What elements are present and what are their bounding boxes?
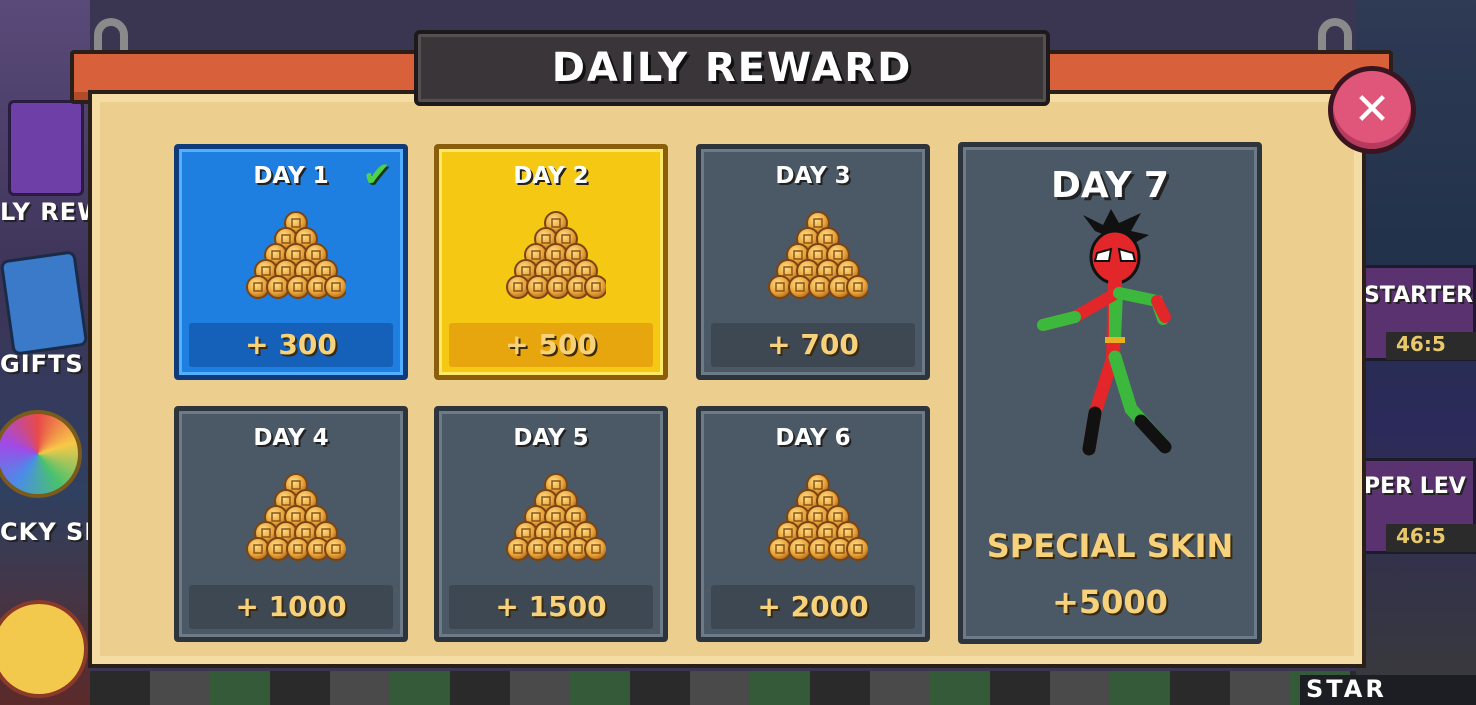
reward-amount: + 700	[767, 328, 859, 361]
coin-pile-icon	[506, 209, 606, 301]
reward-amount: + 1000	[235, 590, 347, 623]
reward-card-day-2[interactable]: DAY 2 + 500	[434, 144, 668, 380]
close-button[interactable]: ✕	[1328, 66, 1416, 154]
day-label: DAY 2	[513, 163, 589, 189]
lucky-spin-menu-label: CKY SP	[0, 518, 90, 546]
reward-card-day-4[interactable]: DAY 4 + 1000	[174, 406, 408, 642]
title-plate: DAILY REWARD	[414, 30, 1050, 106]
coin-pile-icon	[506, 471, 606, 563]
day-label: DAY 4	[253, 425, 329, 451]
day-label: DAY 7	[1051, 165, 1169, 206]
coin-pile-icon	[246, 209, 346, 301]
reward-card-day-5[interactable]: DAY 5 + 1500	[434, 406, 668, 642]
special-skin-label: SPECIAL SKIN	[986, 527, 1234, 565]
reward-amount: + 2000	[757, 590, 869, 623]
starter-pack-label: STARTER	[1364, 283, 1474, 308]
reward-card-day-6[interactable]: DAY 6 + 2000	[696, 406, 930, 642]
daily-reward-menu-label: LY REW	[0, 198, 90, 226]
reward-amount: + 300	[245, 328, 337, 361]
gifts-card-icon	[0, 250, 89, 356]
background-left-menu: LY REW GIFTS CKY SP	[0, 0, 90, 705]
background-ground	[90, 671, 1356, 705]
day-label: DAY 3	[775, 163, 851, 189]
gift-box-icon	[8, 100, 84, 196]
day-label: DAY 6	[775, 425, 851, 451]
start-button-bg: STAR	[1300, 675, 1476, 705]
close-icon: ✕	[1353, 84, 1391, 135]
dialog-title: DAILY REWARD	[551, 45, 913, 91]
reward-card-day-3[interactable]: DAY 3 + 700	[696, 144, 930, 380]
coin-pile-icon	[246, 471, 346, 563]
reward-amount: + 500	[505, 328, 597, 361]
checkmark-icon: ✔	[362, 155, 392, 195]
stickman-skin-icon	[1037, 209, 1172, 456]
coin-pile-icon	[768, 209, 868, 301]
day-label: DAY 5	[513, 425, 589, 451]
lucky-spin-wheel-icon	[0, 410, 82, 498]
starter-pack-timer: 46:5	[1386, 332, 1476, 360]
reward-card-day-1[interactable]: DAY 1 ✔ + 300	[174, 144, 408, 380]
coin-pile-icon	[768, 471, 868, 563]
super-level-timer: 46:5	[1386, 524, 1476, 552]
super-level-label: PER LEV	[1364, 474, 1466, 499]
reward-card-day-7[interactable]: DAY 7 SPECIAL SKIN +5000	[958, 142, 1262, 644]
gifts-menu-label: GIFTS	[0, 350, 84, 378]
reward-amount: +5000	[1052, 583, 1168, 621]
emoji-face-icon	[0, 600, 88, 698]
reward-amount: + 1500	[495, 590, 607, 623]
